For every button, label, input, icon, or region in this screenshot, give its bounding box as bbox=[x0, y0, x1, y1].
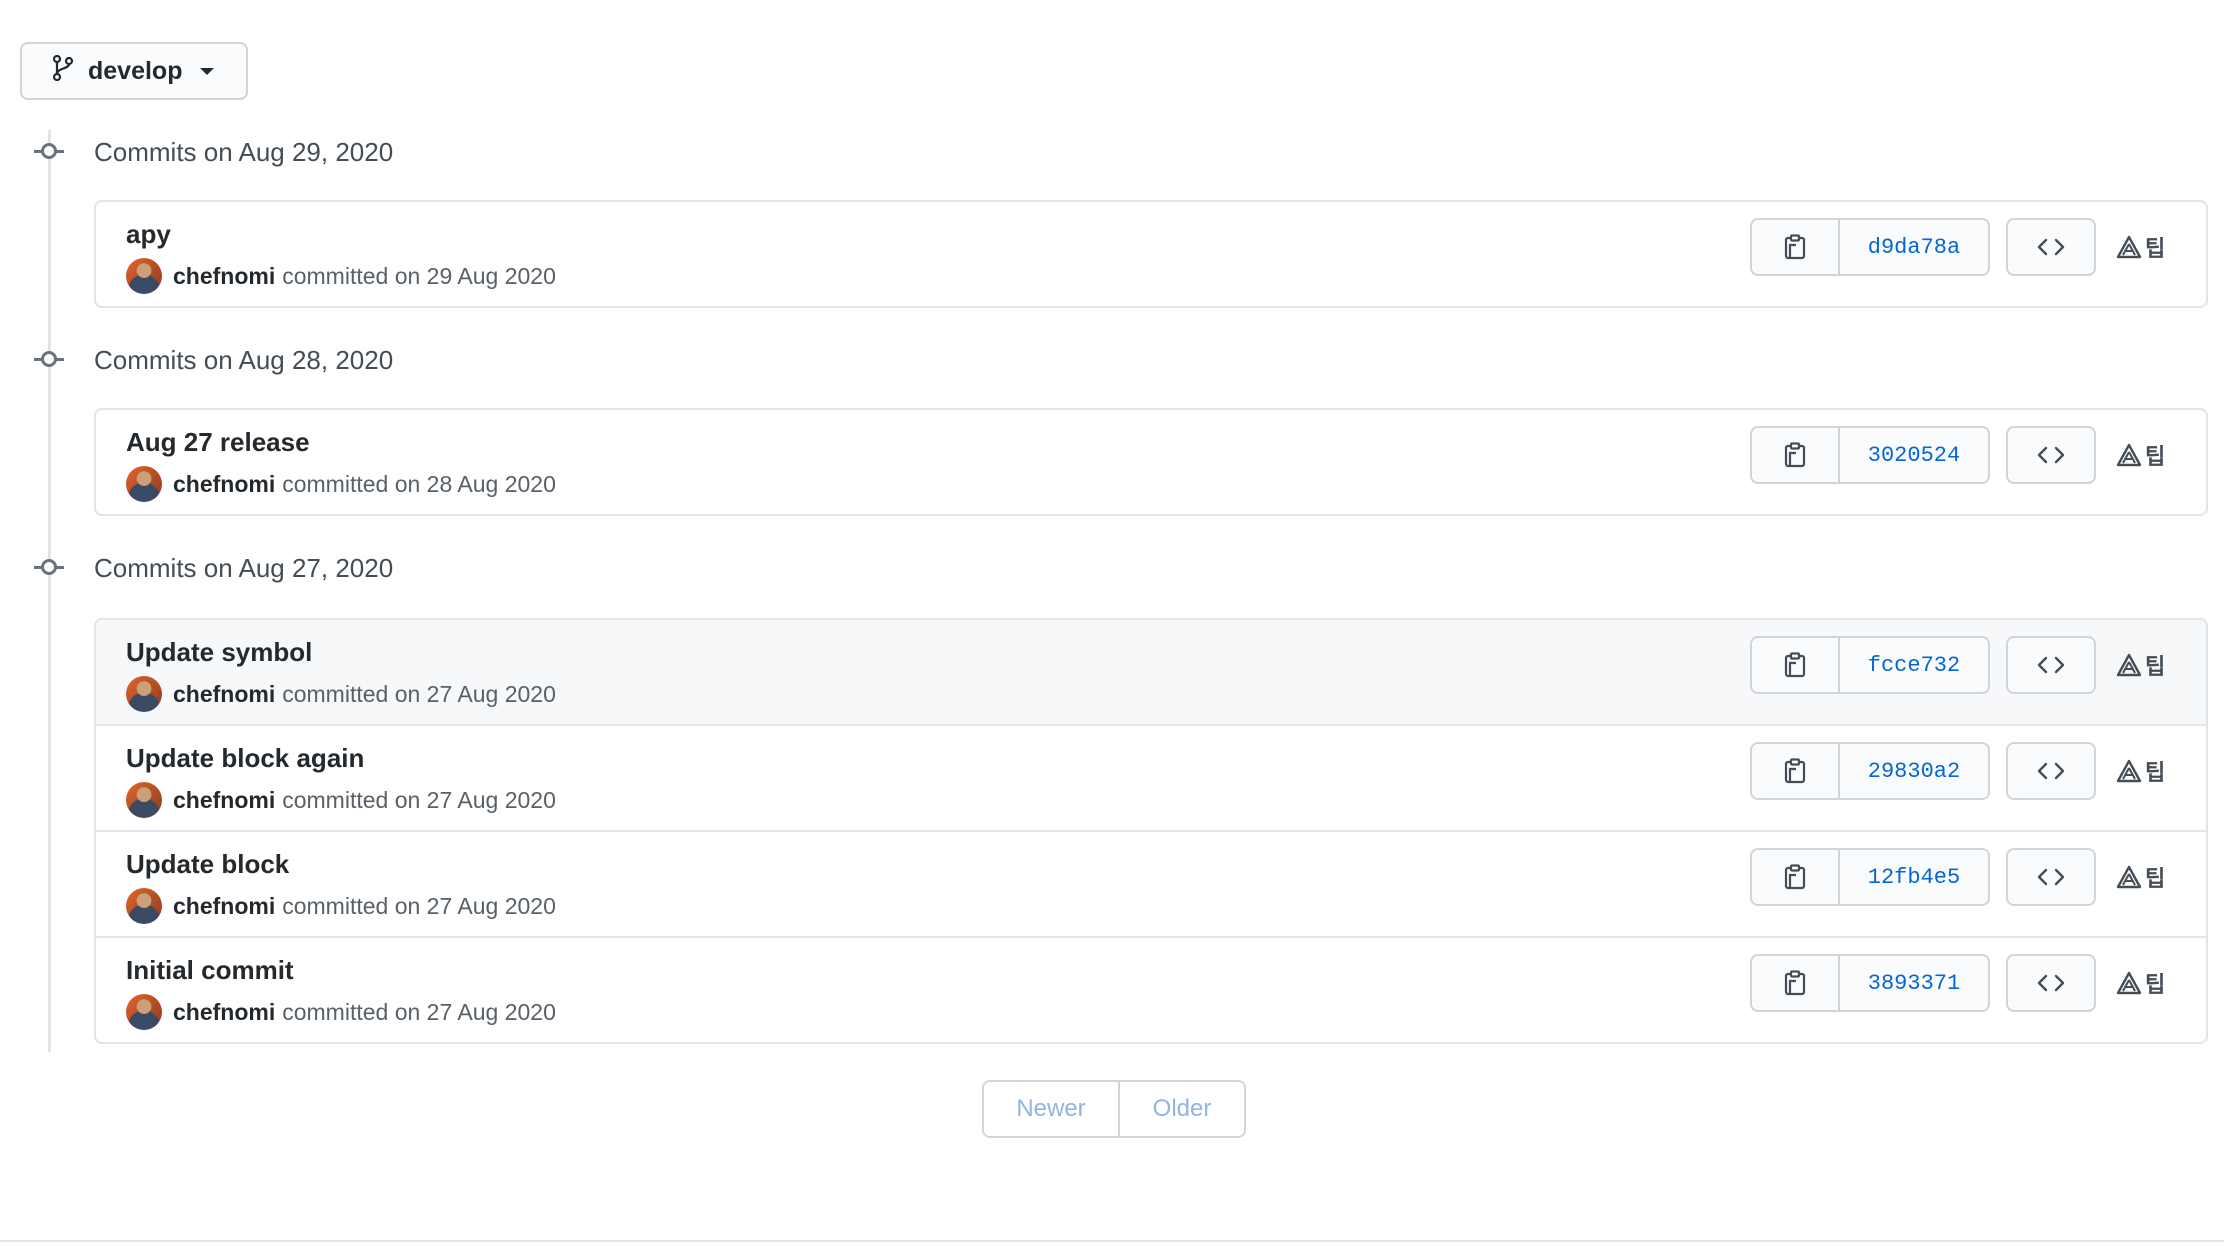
commit-meta: chefnomi committed on 27 Aug 2020 bbox=[126, 676, 556, 712]
avatar[interactable] bbox=[126, 466, 162, 502]
commit-actions: 29830a2 팁 bbox=[1750, 742, 2166, 800]
extension-glyph: 팁 bbox=[2145, 972, 2166, 997]
sha-button-group: 3020524 bbox=[1750, 426, 1990, 484]
code-icon[interactable] bbox=[2006, 742, 2096, 800]
avatar[interactable] bbox=[126, 782, 162, 818]
code-icon[interactable] bbox=[2006, 954, 2096, 1012]
sha-button-group: 29830a2 bbox=[1750, 742, 1990, 800]
code-icon[interactable] bbox=[2006, 848, 2096, 906]
commit-date: committed on 29 Aug 2020 bbox=[282, 262, 556, 289]
day-title: Commits on Aug 29, 2020 bbox=[94, 136, 394, 167]
commit-sha-link[interactable]: 29830a2 bbox=[1840, 744, 1988, 798]
extension-glyph: 팁 bbox=[2145, 866, 2166, 891]
commit-node-icon bbox=[34, 345, 64, 375]
commit-group: apy chefnomi committed on 29 Aug 2020 d9da7… bbox=[94, 200, 2208, 308]
avatar[interactable] bbox=[126, 258, 162, 294]
commit-row: Update block chefnomi committed on 27 Aug … bbox=[96, 830, 2206, 936]
commit-row: Aug 27 release chefnomi committed on 28 Au… bbox=[96, 410, 2206, 514]
commit-row: Update block again chefnomi committed on 2… bbox=[96, 724, 2206, 830]
commit-meta: chefnomi committed on 27 Aug 2020 bbox=[126, 782, 556, 818]
branch-select-button[interactable]: develop bbox=[20, 42, 248, 100]
commit-date: committed on 28 Aug 2020 bbox=[282, 470, 556, 497]
clipboard-icon[interactable] bbox=[1752, 850, 1840, 904]
commit-date: committed on 27 Aug 2020 bbox=[282, 786, 556, 813]
footer-divider bbox=[0, 1240, 2224, 1242]
commit-actions: 3893371 팁 bbox=[1750, 954, 2166, 1012]
commit-sha-link[interactable]: 12fb4e5 bbox=[1840, 850, 1988, 904]
branch-name: develop bbox=[88, 56, 183, 85]
commit-sha-link[interactable]: 3020524 bbox=[1840, 428, 1988, 482]
commit-date: committed on 27 Aug 2020 bbox=[282, 892, 556, 919]
commit-meta: chefnomi committed on 27 Aug 2020 bbox=[126, 994, 556, 1030]
extension-icon[interactable]: 팁 bbox=[2116, 435, 2166, 475]
commit-node-icon bbox=[34, 553, 64, 583]
caret-down-icon bbox=[200, 67, 215, 75]
sha-button-group: fcce732 bbox=[1750, 636, 1990, 694]
commit-actions: fcce732 팁 bbox=[1750, 636, 2166, 694]
commit-message-link[interactable]: Initial commit bbox=[126, 955, 294, 986]
extension-icon[interactable]: 팁 bbox=[2116, 751, 2166, 791]
commit-message-link[interactable]: Update block again bbox=[126, 743, 364, 774]
author-link[interactable]: chefnomi bbox=[173, 263, 275, 290]
author-link[interactable]: chefnomi bbox=[173, 471, 275, 498]
extension-glyph: 팁 bbox=[2145, 654, 2166, 679]
sha-button-group: 3893371 bbox=[1750, 954, 1990, 1012]
commit-group: Aug 27 release chefnomi committed on 28 Au… bbox=[94, 408, 2208, 516]
avatar[interactable] bbox=[126, 994, 162, 1030]
day-title: Commits on Aug 28, 2020 bbox=[94, 344, 394, 375]
timeline-line bbox=[48, 130, 51, 1052]
extension-icon[interactable]: 팁 bbox=[2116, 227, 2166, 267]
commit-message-link[interactable]: Update block bbox=[126, 849, 289, 880]
commit-message-link[interactable]: Aug 27 release bbox=[126, 427, 310, 458]
older-button[interactable]: Older bbox=[1120, 1082, 1244, 1136]
avatar[interactable] bbox=[126, 888, 162, 924]
clipboard-icon[interactable] bbox=[1752, 220, 1840, 274]
sha-button-group: d9da78a bbox=[1750, 218, 1990, 276]
author-link[interactable]: chefnomi bbox=[173, 893, 275, 920]
commit-actions: d9da78a 팁 bbox=[1750, 218, 2166, 276]
clipboard-icon[interactable] bbox=[1752, 744, 1840, 798]
commit-sha-link[interactable]: 3893371 bbox=[1840, 956, 1988, 1010]
clipboard-icon[interactable] bbox=[1752, 956, 1840, 1010]
author-link[interactable]: chefnomi bbox=[173, 681, 275, 708]
commit-node-icon bbox=[34, 137, 64, 167]
commit-actions: 12fb4e5 팁 bbox=[1750, 848, 2166, 906]
author-link[interactable]: chefnomi bbox=[173, 787, 275, 814]
extension-icon[interactable]: 팁 bbox=[2116, 963, 2166, 1003]
commit-message-link[interactable]: apy bbox=[126, 219, 171, 250]
code-icon[interactable] bbox=[2006, 218, 2096, 276]
extension-glyph: 팁 bbox=[2145, 236, 2166, 261]
newer-button[interactable]: Newer bbox=[984, 1082, 1120, 1136]
author-link[interactable]: chefnomi bbox=[173, 999, 275, 1026]
day-header: Commits on Aug 27, 2020 bbox=[34, 548, 393, 588]
extension-icon[interactable]: 팁 bbox=[2116, 857, 2166, 897]
day-header: Commits on Aug 28, 2020 bbox=[34, 340, 393, 380]
commit-row: apy chefnomi committed on 29 Aug 2020 d9da7… bbox=[96, 202, 2206, 306]
pagination: Newer Older bbox=[982, 1080, 1246, 1138]
extension-icon[interactable]: 팁 bbox=[2116, 645, 2166, 685]
code-icon[interactable] bbox=[2006, 636, 2096, 694]
day-header: Commits on Aug 29, 2020 bbox=[34, 132, 393, 172]
extension-glyph: 팁 bbox=[2145, 760, 2166, 785]
code-icon[interactable] bbox=[2006, 426, 2096, 484]
commit-row: Initial commit chefnomi committed on 27 Au… bbox=[96, 936, 2206, 1042]
commit-group: Update symbol chefnomi committed on 27 Aug… bbox=[94, 618, 2208, 1044]
extension-glyph: 팁 bbox=[2145, 444, 2166, 469]
sha-button-group: 12fb4e5 bbox=[1750, 848, 1990, 906]
clipboard-icon[interactable] bbox=[1752, 638, 1840, 692]
commit-row: Update symbol chefnomi committed on 27 Aug… bbox=[96, 620, 2206, 724]
avatar[interactable] bbox=[126, 676, 162, 712]
commit-message-link[interactable]: Update symbol bbox=[126, 637, 312, 668]
commit-date: committed on 27 Aug 2020 bbox=[282, 998, 556, 1025]
commit-meta: chefnomi committed on 27 Aug 2020 bbox=[126, 888, 556, 924]
commit-actions: 3020524 팁 bbox=[1750, 426, 2166, 484]
commit-meta: chefnomi committed on 28 Aug 2020 bbox=[126, 466, 556, 502]
commit-sha-link[interactable]: fcce732 bbox=[1840, 638, 1988, 692]
git-branch-icon bbox=[52, 54, 74, 88]
commit-meta: chefnomi committed on 29 Aug 2020 bbox=[126, 258, 556, 294]
commit-sha-link[interactable]: d9da78a bbox=[1840, 220, 1988, 274]
clipboard-icon[interactable] bbox=[1752, 428, 1840, 482]
day-title: Commits on Aug 27, 2020 bbox=[94, 552, 394, 583]
commit-date: committed on 27 Aug 2020 bbox=[282, 680, 556, 707]
